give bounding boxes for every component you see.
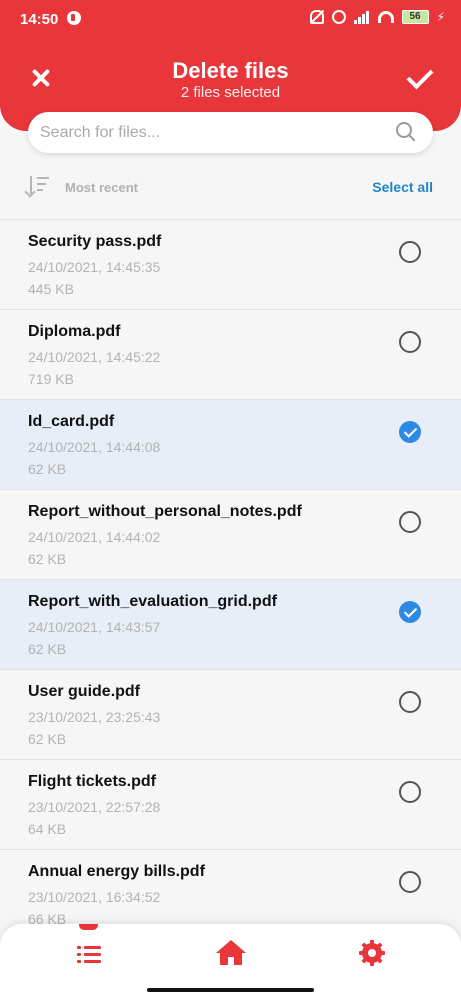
file-size: 62 KB (28, 731, 67, 747)
file-size: 719 KB (28, 371, 74, 387)
sort-label[interactable]: Most recent (65, 180, 138, 195)
select-checkbox[interactable] (399, 781, 421, 803)
select-checkbox[interactable] (399, 241, 421, 263)
file-name: Flight tickets.pdf (28, 773, 156, 790)
select-all-button[interactable]: Select all (372, 179, 433, 195)
home-icon[interactable] (216, 940, 246, 968)
search-input[interactable] (40, 112, 380, 153)
file-name: Diploma.pdf (28, 323, 121, 340)
file-date: 24/10/2021, 14:43:57 (28, 619, 161, 635)
settings-icon[interactable] (359, 940, 389, 968)
select-checkbox-checked[interactable] (399, 601, 421, 623)
file-name: Security pass.pdf (28, 233, 162, 250)
status-icons: 56 ⚡ (309, 10, 445, 24)
file-size: 62 KB (28, 461, 67, 477)
selection-count: 2 files selected (180, 84, 281, 101)
file-row[interactable]: Diploma.pdf 24/10/2021, 14:45:22 719 KB (0, 309, 461, 399)
select-checkbox[interactable] (399, 331, 421, 353)
file-name: Annual energy bills.pdf (28, 863, 205, 880)
app-icon (67, 11, 81, 25)
file-size: 445 KB (28, 281, 74, 297)
file-size: 64 KB (28, 821, 67, 837)
sort-descending-icon[interactable] (28, 174, 52, 198)
file-name: Id_card.pdf (28, 413, 115, 430)
battery-icon: 56 (401, 10, 429, 24)
file-date: 24/10/2021, 14:45:35 (28, 259, 161, 275)
file-name: Report_with_evaluation_grid.pdf (28, 593, 277, 610)
file-row[interactable]: Report_without_personal_notes.pdf 24/10/… (0, 489, 461, 579)
confirm-delete-button[interactable] (404, 62, 434, 92)
list-icon[interactable] (75, 940, 105, 968)
page-title: Delete files (172, 58, 289, 83)
file-date: 24/10/2021, 14:44:08 (28, 439, 161, 455)
select-checkbox[interactable] (399, 691, 421, 713)
file-size: 62 KB (28, 641, 67, 657)
file-size: 62 KB (28, 551, 67, 567)
select-checkbox[interactable] (399, 871, 421, 893)
select-checkbox-checked[interactable] (399, 421, 421, 443)
select-checkbox[interactable] (399, 511, 421, 533)
file-list: Security pass.pdf 24/10/2021, 14:45:35 4… (0, 219, 461, 939)
file-date: 23/10/2021, 23:25:43 (28, 709, 161, 725)
file-row[interactable]: User guide.pdf 23/10/2021, 23:25:43 62 K… (0, 669, 461, 759)
search-icon[interactable] (396, 122, 416, 142)
search-bar[interactable] (28, 112, 433, 153)
file-row[interactable]: Id_card.pdf 24/10/2021, 14:44:08 62 KB (0, 399, 461, 489)
home-indicator (147, 988, 314, 992)
file-row[interactable]: Flight tickets.pdf 23/10/2021, 22:57:28 … (0, 759, 461, 849)
status-time: 14:50 (20, 11, 59, 28)
signal-icon (353, 10, 370, 24)
file-date: 23/10/2021, 22:57:28 (28, 799, 161, 815)
file-name: User guide.pdf (28, 683, 141, 700)
bell-off-icon (309, 10, 324, 24)
wifi-icon (377, 11, 394, 23)
file-date: 24/10/2021, 14:44:02 (28, 529, 161, 545)
sort-bar: Most recent Select all (0, 164, 461, 210)
active-tab-indicator (79, 924, 98, 930)
file-row[interactable]: Report_with_evaluation_grid.pdf 24/10/20… (0, 579, 461, 669)
file-date: 24/10/2021, 14:45:22 (28, 349, 161, 365)
charging-icon: ⚡ (436, 10, 445, 24)
file-row[interactable]: Security pass.pdf 24/10/2021, 14:45:35 4… (0, 219, 461, 309)
file-date: 23/10/2021, 16:34:52 (28, 889, 161, 905)
alarm-icon (331, 10, 346, 24)
status-bar: 14:50 56 ⚡ (0, 0, 461, 40)
file-name: Report_without_personal_notes.pdf (28, 503, 302, 520)
